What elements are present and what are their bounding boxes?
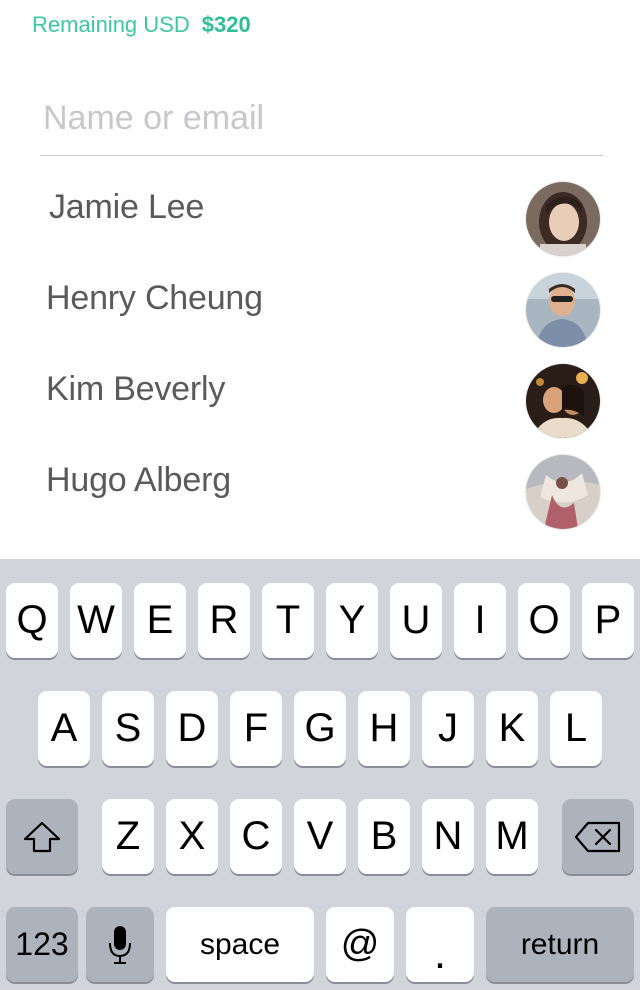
key-r[interactable]: R bbox=[198, 583, 250, 658]
key-g[interactable]: G bbox=[294, 691, 346, 766]
key-c[interactable]: C bbox=[230, 799, 282, 874]
key-q[interactable]: Q bbox=[6, 583, 58, 658]
key-v[interactable]: V bbox=[294, 799, 346, 874]
shift-arrow-icon bbox=[23, 821, 61, 852]
contact-name: Kim Beverly bbox=[46, 370, 226, 408]
recipient-search bbox=[40, 86, 606, 156]
contact-row[interactable]: Kim Beverly bbox=[0, 352, 640, 443]
key-b[interactable]: B bbox=[358, 799, 410, 874]
key-n[interactable]: N bbox=[422, 799, 474, 874]
key-x[interactable]: X bbox=[166, 799, 218, 874]
key-p[interactable]: P bbox=[582, 583, 634, 658]
key-a[interactable]: A bbox=[38, 691, 90, 766]
key-l[interactable]: L bbox=[550, 691, 602, 766]
key-f[interactable]: F bbox=[230, 691, 282, 766]
key-m[interactable]: M bbox=[486, 799, 538, 874]
space-key[interactable]: space bbox=[166, 907, 314, 982]
key-i[interactable]: I bbox=[454, 583, 506, 658]
contact-name: Hugo Alberg bbox=[46, 461, 231, 499]
key-s[interactable]: S bbox=[102, 691, 154, 766]
key-t[interactable]: T bbox=[262, 583, 314, 658]
avatar bbox=[526, 182, 600, 256]
key-k[interactable]: K bbox=[486, 691, 538, 766]
at-key[interactable]: @ bbox=[326, 907, 394, 982]
key-d[interactable]: D bbox=[166, 691, 218, 766]
key-j[interactable]: J bbox=[422, 691, 474, 766]
contact-row[interactable]: Hugo Alberg bbox=[0, 443, 640, 534]
shift-key[interactable] bbox=[6, 799, 78, 874]
balance-row: Remaining USD $320 bbox=[32, 8, 251, 42]
key-u[interactable]: U bbox=[390, 583, 442, 658]
key-h[interactable]: H bbox=[358, 691, 410, 766]
key-o[interactable]: O bbox=[518, 583, 570, 658]
key-e[interactable]: E bbox=[134, 583, 186, 658]
numbers-key[interactable]: 123 bbox=[6, 907, 78, 982]
balance-amount: $320 bbox=[201, 12, 251, 37]
delete-key[interactable] bbox=[562, 799, 634, 874]
contact-name: Henry Cheung bbox=[46, 279, 263, 317]
microphone-icon bbox=[109, 925, 131, 964]
onscreen-keyboard: Q W E R T Y U I O P A S D F G H J K L Z … bbox=[0, 559, 640, 990]
key-z[interactable]: Z bbox=[102, 799, 154, 874]
avatar bbox=[526, 364, 600, 438]
balance-label: Remaining USD bbox=[32, 12, 190, 37]
contact-list: Jamie Lee Henry Cheung Kim Beverly Hugo … bbox=[0, 170, 640, 534]
avatar bbox=[526, 455, 600, 529]
dictation-key[interactable] bbox=[86, 907, 154, 982]
recipient-search-input[interactable] bbox=[40, 86, 606, 150]
key-w[interactable]: W bbox=[70, 583, 122, 658]
contact-row[interactable]: Henry Cheung bbox=[0, 261, 640, 352]
key-y[interactable]: Y bbox=[326, 583, 378, 658]
contact-row[interactable]: Jamie Lee bbox=[0, 170, 640, 261]
period-key[interactable]: . bbox=[406, 907, 474, 982]
backspace-icon bbox=[574, 821, 621, 852]
return-key[interactable]: return bbox=[486, 907, 634, 982]
contact-name: Jamie Lee bbox=[49, 188, 205, 226]
avatar bbox=[526, 273, 600, 347]
